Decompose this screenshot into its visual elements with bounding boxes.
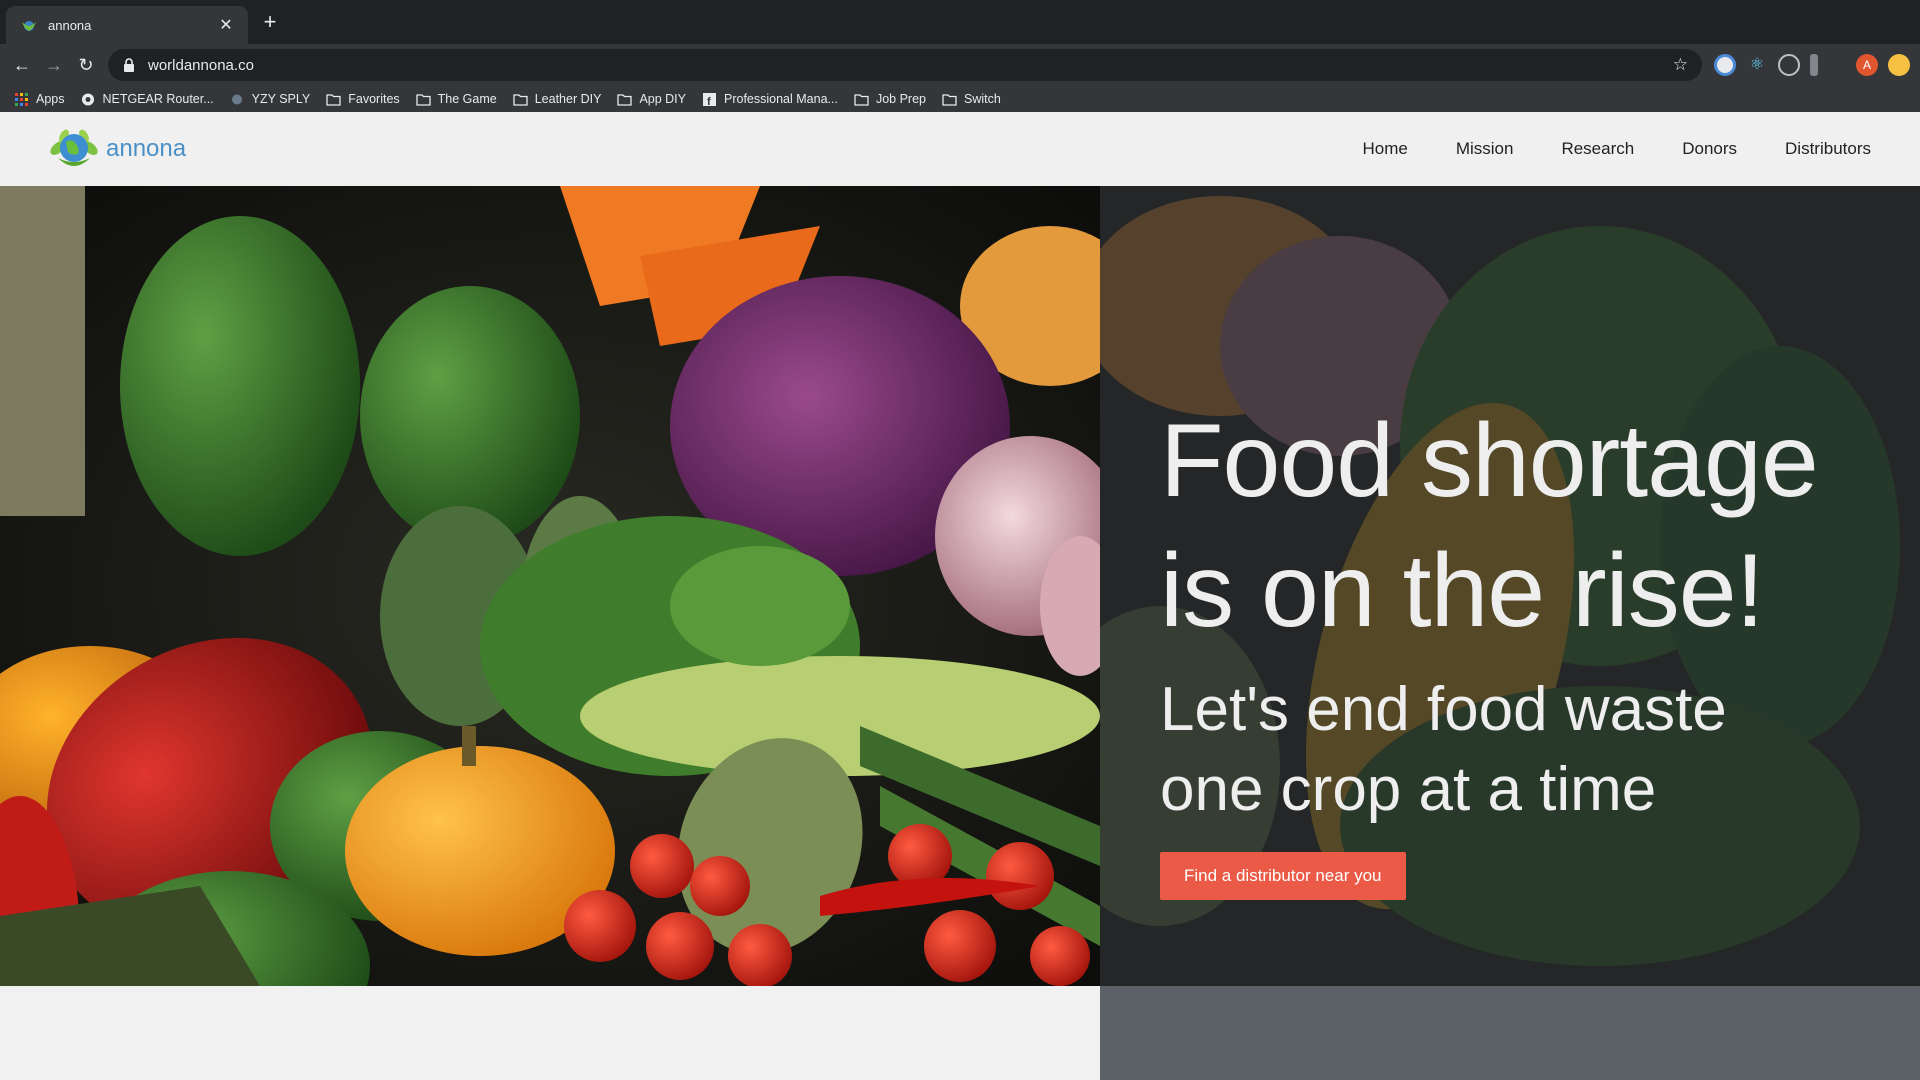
- bookmark-item[interactable]: Leather DIY: [513, 92, 602, 106]
- hero-title-line1: Food shortage: [1160, 403, 1819, 519]
- apps-grid-icon: [15, 92, 28, 106]
- folder-icon: [416, 93, 431, 106]
- folder-icon: [942, 93, 957, 106]
- bookmark-label: Leather DIY: [534, 92, 602, 106]
- nav-donors[interactable]: Donors: [1682, 139, 1737, 159]
- reload-icon[interactable]: ↻: [74, 53, 98, 77]
- folder-icon: [617, 93, 633, 106]
- folder-icon: [326, 93, 341, 106]
- forward-icon[interactable]: →: [42, 53, 66, 77]
- bookmark-label: NETGEAR Router...: [102, 92, 214, 106]
- bookmark-label: Professional Mana...: [724, 92, 838, 106]
- close-tab-icon[interactable]: ✕: [216, 15, 236, 35]
- extension-sun-icon[interactable]: [1888, 54, 1910, 76]
- annona-globe-logo-icon: [50, 129, 98, 166]
- browser-toolbar: ← → ↻ worldannona.co ☆ ⚛ A: [0, 44, 1920, 86]
- bookmark-label: YZY SPLY: [251, 92, 311, 106]
- extension-target-icon[interactable]: [1778, 54, 1800, 76]
- address-bar[interactable]: worldannona.co ☆: [108, 49, 1702, 81]
- site-logo[interactable]: annona: [48, 126, 186, 172]
- bookmark-item[interactable]: NETGEAR Router...: [81, 92, 214, 106]
- bookmark-item[interactable]: Switch: [942, 92, 1001, 106]
- new-tab-icon[interactable]: +: [258, 10, 282, 34]
- nav-research[interactable]: Research: [1561, 139, 1634, 159]
- main-nav: Home Mission Research Donors Distributor…: [1362, 112, 1871, 186]
- bookmark-item[interactable]: f Professional Mana...: [702, 92, 838, 106]
- hero-subtitle: Let's end food waste one crop at a time: [1160, 670, 1900, 830]
- bookmark-star-icon[interactable]: ☆: [1673, 55, 1688, 75]
- hero-copy: Food shortage is on the rise! Let's end …: [1160, 396, 1900, 900]
- hero-section: Food shortage is on the rise! Let's end …: [0, 186, 1920, 986]
- site-header: annona Home Mission Research Donors Dist…: [0, 112, 1920, 186]
- hero-subtitle-line1: Let's end food waste: [1160, 675, 1727, 744]
- url-text[interactable]: worldannona.co: [148, 57, 1673, 74]
- back-icon[interactable]: ←: [10, 53, 34, 77]
- browser-tab[interactable]: annona ✕: [6, 6, 248, 44]
- content-section-right: [1100, 986, 1920, 1080]
- facebook-icon: f: [703, 92, 716, 106]
- bookmark-label: Favorites: [348, 92, 400, 106]
- bookmark-item[interactable]: YZY SPLY: [230, 92, 311, 106]
- bookmark-label: The Game: [437, 92, 497, 106]
- nav-distributors[interactable]: Distributors: [1785, 139, 1871, 159]
- folder-icon: [854, 93, 869, 106]
- hero-title: Food shortage is on the rise!: [1160, 396, 1900, 656]
- nav-home[interactable]: Home: [1362, 139, 1407, 159]
- svg-text:f: f: [707, 96, 711, 106]
- browser-tabstrip: annona ✕ +: [0, 0, 1920, 44]
- extension-1password-icon[interactable]: [1714, 54, 1736, 76]
- bookmark-label: App DIY: [639, 92, 686, 106]
- extension-misc-icon[interactable]: [1810, 54, 1818, 76]
- bookmark-label: Apps: [36, 92, 65, 106]
- bookmark-label: Switch: [963, 92, 1001, 106]
- bookmark-item[interactable]: App DIY: [617, 92, 686, 106]
- nav-mission[interactable]: Mission: [1456, 139, 1514, 159]
- folder-icon: [513, 93, 528, 106]
- bookmark-label: Job Prep: [875, 92, 926, 106]
- bookmark-item[interactable]: Apps: [14, 92, 65, 106]
- bookmark-item[interactable]: Favorites: [326, 92, 400, 106]
- logo-text: annona: [106, 135, 187, 162]
- hero-vegetables-image: [0, 186, 1100, 986]
- profile-avatar[interactable]: A: [1856, 54, 1878, 76]
- netgear-icon: [81, 93, 94, 105]
- bookmark-item[interactable]: Job Prep: [854, 92, 926, 106]
- lock-icon: [124, 58, 134, 72]
- annona-favicon-icon: [22, 21, 36, 31]
- bookmark-item[interactable]: The Game: [416, 92, 497, 106]
- hero-subtitle-line2: one crop at a time: [1160, 755, 1657, 824]
- hero-title-line2: is on the rise!: [1160, 533, 1765, 649]
- bookmarks-bar: Apps NETGEAR Router... YZY SPLY Favorite…: [0, 86, 1920, 112]
- find-distributor-button[interactable]: Find a distributor near you: [1160, 852, 1406, 900]
- extension-react-icon[interactable]: ⚛: [1746, 54, 1768, 76]
- yzy-icon: [231, 94, 242, 104]
- content-section-left: [0, 986, 1100, 1080]
- tab-title: annona: [48, 17, 92, 33]
